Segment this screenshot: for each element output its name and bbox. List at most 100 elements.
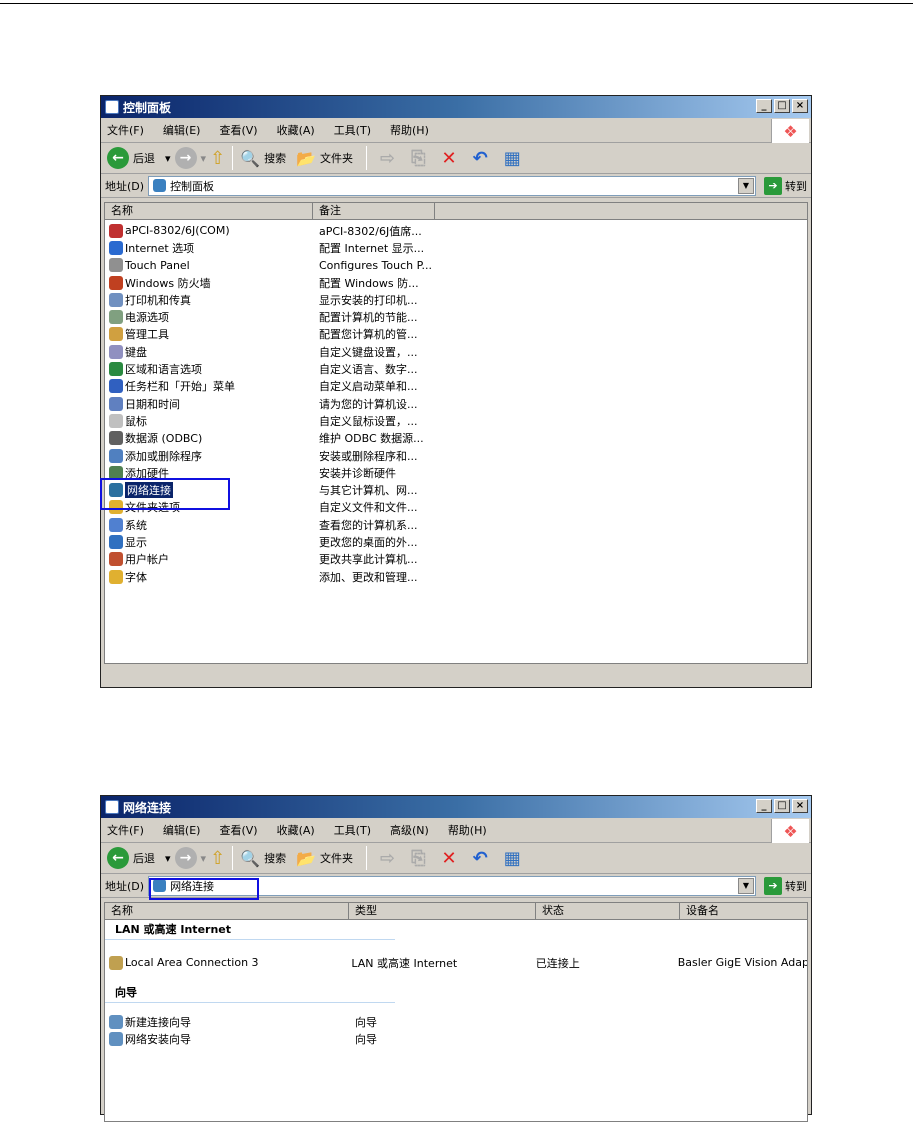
list-item[interactable]: Internet 选项 配置 Internet 显示... [105, 239, 807, 256]
item-name[interactable]: 电源选项 [125, 309, 169, 325]
minimize-button[interactable]: _ [756, 99, 772, 113]
back-dropdown-icon[interactable]: ▾ [165, 852, 171, 865]
item-name[interactable]: 显示 [125, 534, 147, 550]
move-to-icon[interactable]: ⇨ [380, 148, 395, 169]
menu-item[interactable]: 查看(V) [219, 122, 257, 138]
delete-icon[interactable]: ✕ [442, 148, 457, 169]
list-item[interactable]: 系统 查看您的计算机系... [105, 516, 807, 533]
forward-arrow-icon[interactable]: → [174, 847, 197, 869]
list-item[interactable]: 数据源 (ODBC) 维护 ODBC 数据源... [105, 430, 807, 447]
search-icon[interactable]: 🔍 [240, 849, 260, 868]
item-name[interactable]: 字体 [125, 569, 147, 585]
connection-item[interactable]: Local Area Connection 3 LAN 或高速 Internet 已… [105, 954, 807, 971]
address-dropdown-button[interactable]: ▼ [738, 177, 754, 194]
connection-item[interactable]: 网络安装向导 向导 [105, 1031, 807, 1048]
go-button[interactable]: ➔ 转到 [764, 176, 807, 195]
menu-item[interactable]: 帮助(H) [448, 822, 487, 838]
close-button[interactable]: × [792, 99, 808, 113]
folders-button[interactable]: 文件夹 [320, 150, 353, 166]
search-button[interactable]: 搜索 [264, 850, 286, 866]
item-name[interactable]: 网络安装向导 [125, 1031, 191, 1047]
menu-item[interactable]: 收藏(A) [277, 822, 315, 838]
views-icon[interactable]: ▦ [504, 148, 521, 169]
list-item[interactable]: 区域和语言选项 自定义语言、数字... [105, 360, 807, 377]
column-header-status[interactable]: 状态 [536, 903, 680, 920]
list-item[interactable]: 添加或删除程序 安装或删除程序和... [105, 447, 807, 464]
folder-icon[interactable]: 📂 [296, 149, 316, 168]
item-name[interactable]: Internet 选项 [125, 240, 194, 256]
item-name[interactable]: 管理工具 [125, 326, 169, 342]
forward-dropdown-icon[interactable]: ▾ [201, 152, 207, 165]
back-arrow-icon[interactable]: ← [107, 147, 129, 169]
copy-to-icon[interactable]: ⎘ [411, 148, 425, 169]
folders-button[interactable]: 文件夹 [320, 850, 353, 866]
move-to-icon[interactable]: ⇨ [380, 848, 395, 869]
menu-item[interactable]: 查看(V) [219, 822, 257, 838]
menu-item[interactable]: 帮助(H) [390, 122, 429, 138]
item-name[interactable]: 区域和语言选项 [125, 361, 202, 377]
menu-item[interactable]: 文件(F) [107, 122, 144, 138]
minimize-button[interactable]: _ [756, 799, 772, 813]
undo-icon[interactable]: ↶ [473, 148, 488, 169]
forward-arrow-icon[interactable]: → [174, 147, 197, 169]
connection-item[interactable]: 新建连接向导 向导 [105, 1013, 807, 1030]
go-button[interactable]: ➔ 转到 [764, 876, 807, 895]
list-item[interactable]: 任务栏和「开始」菜单 自定义启动菜单和... [105, 378, 807, 395]
list-item[interactable]: 字体 添加、更改和管理... [105, 568, 807, 585]
search-icon[interactable]: 🔍 [240, 149, 260, 168]
item-name[interactable]: 日期和时间 [125, 396, 180, 412]
item-name[interactable]: 任务栏和「开始」菜单 [125, 378, 235, 394]
menu-item[interactable]: 工具(T) [334, 822, 371, 838]
up-folder-icon[interactable]: ⇧ [210, 848, 225, 869]
maximize-button[interactable]: □ [774, 99, 790, 113]
column-header-note[interactable]: 备注 [313, 203, 435, 220]
delete-icon[interactable]: ✕ [442, 848, 457, 869]
list-item[interactable]: 电源选项 配置计算机的节能... [105, 308, 807, 325]
menu-item[interactable]: 收藏(A) [277, 122, 315, 138]
menu-item[interactable]: 编辑(E) [163, 122, 201, 138]
column-header-device[interactable]: 设备名 [680, 903, 807, 920]
menu-item[interactable]: 工具(T) [334, 122, 371, 138]
column-header-name[interactable]: 名称 [105, 903, 349, 920]
item-name[interactable]: aPCI-8302/6J(COM) [125, 224, 230, 237]
undo-icon[interactable]: ↶ [473, 848, 488, 869]
item-name[interactable]: 鼠标 [125, 413, 147, 429]
item-name[interactable]: Local Area Connection 3 [125, 956, 259, 969]
list-item[interactable]: Touch Panel Configures Touch P... [105, 257, 807, 274]
close-button[interactable]: × [792, 799, 808, 813]
list-item[interactable]: Windows 防火墙 配置 Windows 防... [105, 274, 807, 291]
menu-item[interactable]: 高级(N) [390, 822, 429, 838]
address-input[interactable]: 控制面板 ▼ [148, 175, 756, 196]
list-item[interactable]: aPCI-8302/6J(COM) aPCI-8302/6J值席... [105, 222, 807, 239]
item-name[interactable]: 新建连接向导 [125, 1014, 191, 1030]
column-header-name[interactable]: 名称 [105, 203, 313, 220]
views-icon[interactable]: ▦ [504, 848, 521, 869]
copy-to-icon[interactable]: ⎘ [411, 848, 425, 869]
item-name[interactable]: Touch Panel [125, 259, 190, 272]
menu-item[interactable]: 编辑(E) [163, 822, 201, 838]
list-item[interactable]: 管理工具 配置您计算机的管... [105, 326, 807, 343]
menu-item[interactable]: 文件(F) [107, 822, 144, 838]
item-name[interactable]: 打印机和传真 [125, 292, 191, 308]
back-button[interactable]: 后退 [133, 850, 155, 866]
list-item[interactable]: 鼠标 自定义鼠标设置，... [105, 412, 807, 429]
back-arrow-icon[interactable]: ← [107, 847, 129, 869]
folder-icon[interactable]: 📂 [296, 849, 316, 868]
back-button[interactable]: 后退 [133, 150, 155, 166]
back-dropdown-icon[interactable]: ▾ [165, 152, 171, 165]
column-header-type[interactable]: 类型 [349, 903, 536, 920]
item-name[interactable]: 用户帐户 [125, 551, 169, 567]
item-name[interactable]: 系统 [125, 517, 147, 533]
forward-dropdown-icon[interactable]: ▾ [201, 852, 207, 865]
item-name[interactable]: 数据源 (ODBC) [125, 430, 202, 446]
address-dropdown-button[interactable]: ▼ [738, 877, 754, 894]
list-item[interactable]: 打印机和传真 显示安装的打印机... [105, 291, 807, 308]
search-button[interactable]: 搜索 [264, 150, 286, 166]
item-name[interactable]: 添加或删除程序 [125, 448, 202, 464]
list-item[interactable]: 键盘 自定义键盘设置，... [105, 343, 807, 360]
list-item[interactable]: 显示 更改您的桌面的外... [105, 533, 807, 550]
list-item[interactable]: 日期和时间 请为您的计算机设... [105, 395, 807, 412]
up-folder-icon[interactable]: ⇧ [210, 148, 225, 169]
item-name[interactable]: Windows 防火墙 [125, 275, 211, 291]
item-name[interactable]: 键盘 [125, 344, 147, 360]
